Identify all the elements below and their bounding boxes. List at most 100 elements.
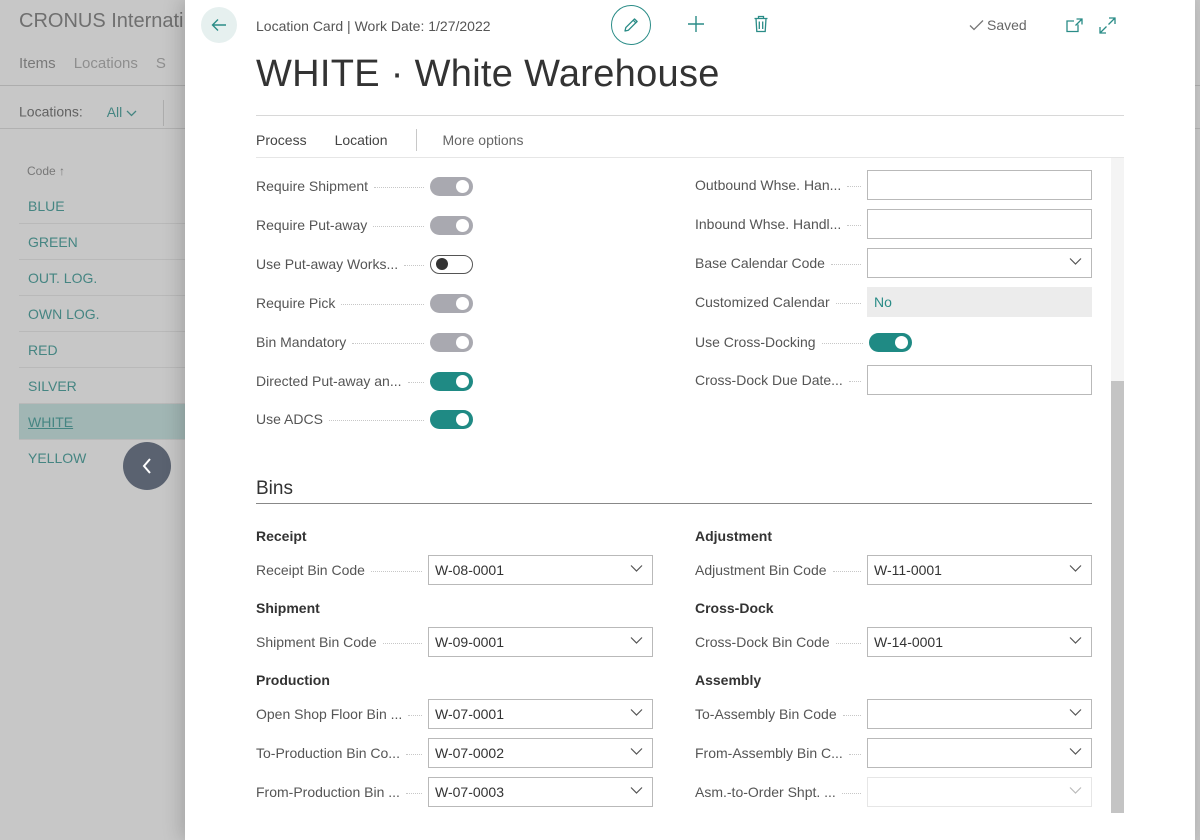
section-divider <box>256 503 1092 504</box>
open-new-window-button[interactable] <box>1064 15 1084 35</box>
section-title-bins[interactable]: Bins <box>256 478 293 500</box>
field-label: Bin Mandatory <box>256 334 347 350</box>
field-label: Require Pick <box>256 295 336 311</box>
field-label: Cross-Dock Due Date... <box>695 372 843 388</box>
title-divider <box>256 115 1124 116</box>
saved-label: Saved <box>987 17 1027 33</box>
to-assembly-bin-select[interactable] <box>867 699 1092 729</box>
field-label: To-Production Bin Co... <box>256 745 400 761</box>
directed-putaway-toggle[interactable] <box>430 371 473 391</box>
chevron-down-icon <box>630 565 643 572</box>
card-content: Require Shipment Require Put-away Use Pu… <box>256 158 1124 840</box>
chevron-down-icon <box>1069 637 1082 644</box>
breadcrumb: Location Card | Work Date: 1/27/2022 <box>256 18 491 34</box>
field-base-calendar: Base Calendar Code <box>695 248 1092 278</box>
inbound-whse-input[interactable] <box>867 209 1092 239</box>
group-adjustment: Adjustment <box>695 528 772 544</box>
from-production-bin-select[interactable]: W-07-0003 <box>428 777 653 807</box>
expand-button[interactable] <box>1097 15 1117 35</box>
field-label: From-Assembly Bin C... <box>695 745 843 761</box>
from-assembly-bin-select[interactable] <box>867 738 1092 768</box>
field-to-production-bin: To-Production Bin Co... W-07-0002 <box>256 738 653 768</box>
field-label: Customized Calendar <box>695 294 830 310</box>
new-button[interactable] <box>685 13 707 35</box>
expand-icon <box>1098 16 1116 34</box>
field-bin-mandatory: Bin Mandatory <box>256 327 473 357</box>
require-putaway-toggle[interactable] <box>430 215 473 235</box>
field-open-shop-floor-bin: Open Shop Floor Bin ... W-07-0001 <box>256 699 653 729</box>
saved-status: Saved <box>969 17 1027 33</box>
more-options-button[interactable]: More options <box>443 132 524 148</box>
require-pick-toggle[interactable] <box>430 293 473 313</box>
field-require-putaway: Require Put-away <box>256 210 473 240</box>
action-location[interactable]: Location <box>335 132 388 148</box>
collapse-button[interactable] <box>123 442 171 490</box>
field-label: Directed Put-away an... <box>256 373 402 389</box>
field-label: Use Put-away Works... <box>256 256 399 272</box>
field-label: Use Cross-Docking <box>695 334 816 350</box>
chevron-down-icon <box>1069 565 1082 572</box>
field-label: Inbound Whse. Handl... <box>695 216 842 232</box>
action-process[interactable]: Process <box>256 132 307 148</box>
use-cross-docking-toggle[interactable] <box>869 332 912 352</box>
require-shipment-toggle[interactable] <box>430 176 473 196</box>
delete-button[interactable] <box>750 13 772 35</box>
chevron-down-icon <box>630 637 643 644</box>
field-use-putaway-worksheet: Use Put-away Works... <box>256 249 473 279</box>
chevron-down-icon <box>630 787 643 794</box>
chevron-down-icon <box>1069 258 1082 265</box>
use-putaway-worksheet-toggle[interactable] <box>430 254 473 274</box>
group-assembly: Assembly <box>695 672 762 688</box>
field-receipt-bin: Receipt Bin Code W-08-0001 <box>256 555 653 585</box>
bin-mandatory-toggle[interactable] <box>430 332 473 352</box>
field-cross-dock-due-date: Cross-Dock Due Date... <box>695 365 1092 395</box>
field-label: Require Shipment <box>256 178 369 194</box>
chevron-down-icon <box>630 748 643 755</box>
field-asm-to-order-shpt-bin: Asm.-to-Order Shpt. ... <box>695 777 1092 807</box>
cross-dock-due-input[interactable] <box>867 365 1092 395</box>
group-cross-dock: Cross-Dock <box>695 600 774 616</box>
field-outbound-whse: Outbound Whse. Han... <box>695 170 1092 200</box>
action-bar: Process Location More options <box>256 129 523 151</box>
chevron-down-icon <box>1069 709 1082 716</box>
shipment-bin-select[interactable]: W-09-0001 <box>428 627 653 657</box>
arrow-left-icon <box>211 19 226 31</box>
group-receipt: Receipt <box>256 528 307 544</box>
field-label: Receipt Bin Code <box>256 562 365 578</box>
field-customized-calendar: Customized Calendar No <box>695 287 1092 317</box>
group-shipment: Shipment <box>256 600 320 616</box>
chevron-down-icon <box>630 709 643 716</box>
chevron-left-icon <box>142 458 151 474</box>
adjustment-bin-select[interactable]: W-11-0001 <box>867 555 1092 585</box>
field-inbound-whse: Inbound Whse. Handl... <box>695 209 1092 239</box>
pencil-icon <box>624 18 638 32</box>
field-label: Require Put-away <box>256 217 368 233</box>
receipt-bin-select[interactable]: W-08-0001 <box>428 555 653 585</box>
chevron-down-icon <box>1069 748 1082 755</box>
field-label: Use ADCS <box>256 411 323 427</box>
plus-icon <box>688 16 704 32</box>
use-adcs-toggle[interactable] <box>430 409 473 429</box>
page-title: WHITE · White Warehouse <box>256 53 720 95</box>
group-production: Production <box>256 672 330 688</box>
asm-to-order-shpt-bin-select[interactable] <box>867 777 1092 807</box>
customized-calendar-value[interactable]: No <box>867 287 1092 317</box>
field-from-assembly-bin: From-Assembly Bin C... <box>695 738 1092 768</box>
field-from-production-bin: From-Production Bin ... W-07-0003 <box>256 777 653 807</box>
field-label: Cross-Dock Bin Code <box>695 634 830 650</box>
outbound-whse-input[interactable] <box>867 170 1092 200</box>
field-directed-putaway: Directed Put-away an... <box>256 366 473 396</box>
scrollbar-thumb[interactable] <box>1111 381 1124 813</box>
field-adjustment-bin: Adjustment Bin Code W-11-0001 <box>695 555 1092 585</box>
base-calendar-select[interactable] <box>867 248 1092 278</box>
back-button[interactable] <box>201 7 237 43</box>
edit-button[interactable] <box>611 5 651 45</box>
field-label: Open Shop Floor Bin ... <box>256 706 403 722</box>
cross-dock-bin-select[interactable]: W-14-0001 <box>867 627 1092 657</box>
popout-icon <box>1065 17 1083 32</box>
open-shop-floor-bin-select[interactable]: W-07-0001 <box>428 699 653 729</box>
to-production-bin-select[interactable]: W-07-0002 <box>428 738 653 768</box>
field-use-adcs: Use ADCS <box>256 404 473 434</box>
location-card: Location Card | Work Date: 1/27/2022 Sav… <box>185 0 1195 840</box>
field-cross-dock-bin: Cross-Dock Bin Code W-14-0001 <box>695 627 1092 657</box>
